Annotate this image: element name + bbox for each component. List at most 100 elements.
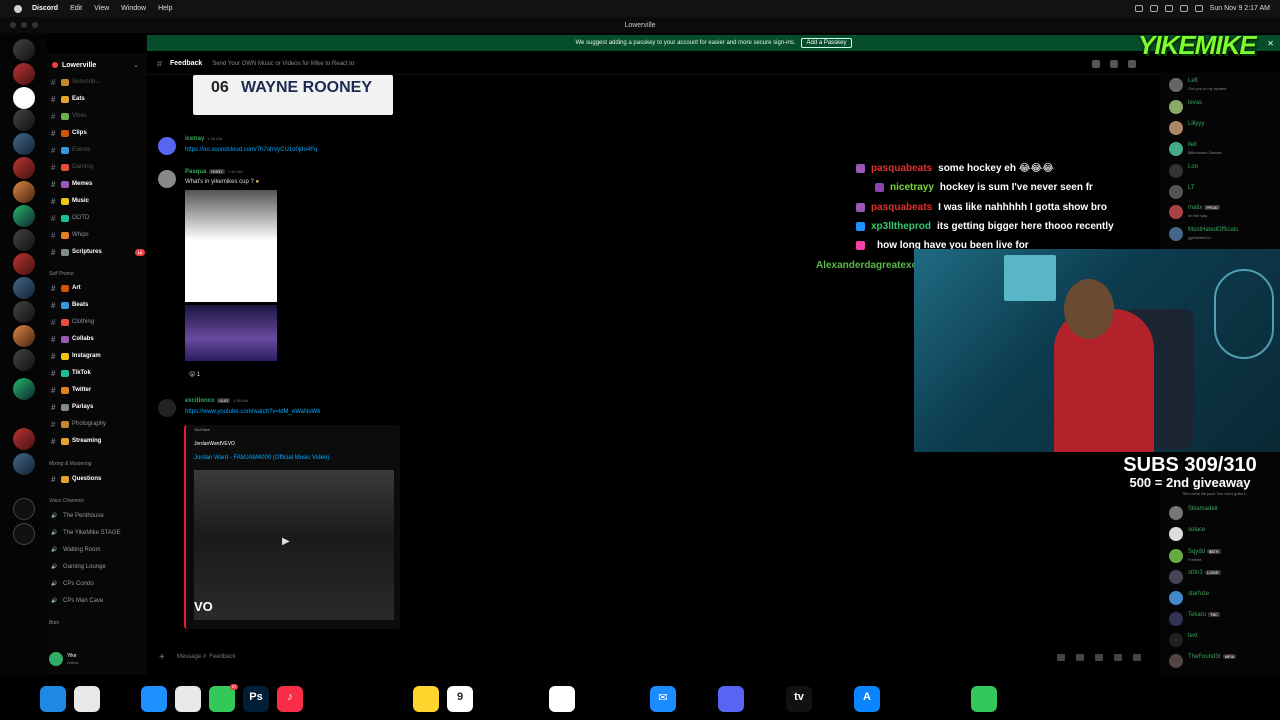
server-icon[interactable]: [13, 157, 35, 179]
member-item[interactable]: TheFound3r MFIA: [1160, 652, 1280, 670]
channel-streaming[interactable]: # Streaming: [51, 434, 145, 448]
server-icon[interactable]: [13, 325, 35, 347]
voice-channel[interactable]: 🔊 CPs Condo: [51, 577, 145, 591]
status-icon[interactable]: [1164, 5, 1173, 12]
member-item[interactable]: solace: [1160, 525, 1280, 543]
menu-edit[interactable]: Edit: [70, 5, 82, 12]
safari-icon[interactable]: [141, 686, 167, 712]
server-icon[interactable]: [13, 87, 35, 109]
launchpad-icon[interactable]: [74, 686, 100, 712]
category-mixing[interactable]: Mixing & Mastering: [49, 461, 92, 467]
status-icon[interactable]: [1149, 5, 1158, 12]
channel-twitter[interactable]: # Twitter: [51, 383, 145, 397]
channel-beats[interactable]: # Beats: [51, 298, 145, 312]
apps-icon[interactable]: [1133, 653, 1141, 661]
close-icon[interactable]: ✕: [1267, 39, 1274, 48]
notes-icon[interactable]: [413, 686, 439, 712]
add-server-icon[interactable]: [13, 498, 35, 520]
avatar[interactable]: [158, 137, 176, 155]
channel-instagram[interactable]: # Instagram: [51, 349, 145, 363]
menu-help[interactable]: Help: [158, 5, 172, 12]
member-item[interactable]: MostHatedOfficials gg/district1oi: [1160, 225, 1280, 243]
avatar[interactable]: [1169, 591, 1183, 605]
message-video[interactable]: [185, 305, 277, 361]
avatar[interactable]: [158, 170, 176, 188]
avatar[interactable]: [1169, 142, 1183, 156]
mail-icon[interactable]: ✉: [650, 686, 676, 712]
sticker-icon[interactable]: [1095, 653, 1103, 661]
message-link[interactable]: https://on.soundcloud.com/7h7ohVyCU1o0jd…: [185, 147, 317, 153]
channel-tiktok[interactable]: # TikTok: [51, 366, 145, 380]
server-icon[interactable]: [13, 277, 35, 299]
menu-app-name[interactable]: Discord: [32, 5, 58, 12]
server-icon[interactable]: [13, 229, 35, 251]
user-panel[interactable]: Yike Online: [47, 645, 147, 673]
channel-scriptures[interactable]: # Scriptures 16: [51, 245, 145, 259]
apple-tv-icon[interactable]: tv: [786, 686, 812, 712]
channel-clothing[interactable]: # Clothing: [51, 315, 145, 329]
server-header[interactable]: Lowerville ⌄: [47, 57, 147, 73]
server-icon[interactable]: [13, 39, 35, 61]
apple-icon[interactable]: [14, 4, 22, 13]
channel-clips[interactable]: # Clips: [51, 126, 145, 140]
status-icon[interactable]: [1134, 5, 1143, 12]
traffic-lights[interactable]: [10, 22, 38, 28]
avatar[interactable]: [1169, 205, 1183, 219]
voice-channel[interactable]: 🔊 The YikeMike STAGE: [51, 526, 145, 540]
server-icon[interactable]: [13, 63, 35, 85]
member-item[interactable]: st0n3 LOWR: [1160, 568, 1280, 586]
message-image[interactable]: 06 WAYNE ROONEY: [193, 75, 393, 115]
chrome-icon[interactable]: [175, 686, 201, 712]
bell-icon[interactable]: [1110, 59, 1118, 68]
avatar[interactable]: [1169, 100, 1183, 114]
avatar[interactable]: [49, 652, 63, 666]
discover-icon[interactable]: [13, 523, 35, 545]
server-icon[interactable]: [13, 349, 35, 371]
category-self-promo[interactable]: Self Promo: [49, 271, 74, 277]
menu-view[interactable]: View: [94, 5, 109, 12]
avatar[interactable]: [1169, 570, 1183, 584]
voice-channel[interactable]: 🔊 CPs Man Cave: [51, 594, 145, 608]
category-bots[interactable]: Bots: [49, 620, 59, 626]
member-item[interactable]: Sklamadeit: [1160, 504, 1280, 522]
channel-events[interactable]: # Events: [51, 143, 145, 157]
avatar[interactable]: [1169, 227, 1183, 241]
category-voice[interactable]: Voice Channels: [49, 498, 84, 504]
embed-video[interactable]: ▶ VO: [194, 470, 394, 620]
channel-memes[interactable]: # Memes: [51, 177, 145, 191]
voice-channel[interactable]: 🔊 The Penthouse: [51, 509, 145, 523]
member-item[interactable]: Lon: [1160, 162, 1280, 180]
server-icon[interactable]: [13, 453, 35, 475]
menubar-clock[interactable]: Sun Nov 9 2:17 AM: [1210, 5, 1270, 12]
server-icon[interactable]: [13, 301, 35, 323]
message-author[interactable]: Pasqua HONY 1:40 AM: [185, 169, 243, 175]
channel-music[interactable]: # Music: [51, 194, 145, 208]
channel-gaming[interactable]: # Gaming: [51, 160, 145, 174]
play-icon[interactable]: ▶: [282, 536, 290, 547]
avatar[interactable]: [158, 399, 176, 417]
server-icon[interactable]: [13, 181, 35, 203]
attach-plus-icon[interactable]: +: [159, 652, 165, 663]
member-item[interactable]: LT: [1160, 183, 1280, 201]
server-icon[interactable]: [13, 109, 35, 131]
server-icon[interactable]: [13, 133, 35, 155]
channel-questions[interactable]: # Questions: [51, 472, 145, 486]
avatar[interactable]: [1169, 506, 1183, 520]
channel-art[interactable]: # Art: [51, 281, 145, 295]
member-item[interactable]: Lefl Got you in my system: [1160, 76, 1280, 94]
gift-icon[interactable]: [1057, 653, 1065, 661]
avatar[interactable]: [1169, 549, 1183, 563]
embed-author[interactable]: JordanWardVEVO: [194, 441, 235, 447]
channel-parlays[interactable]: # Parlays: [51, 400, 145, 414]
pin-icon[interactable]: [1128, 59, 1136, 68]
server-icon[interactable]: [13, 205, 35, 227]
member-item[interactable]: levas: [1160, 98, 1280, 116]
reaction[interactable]: 😮 1: [189, 371, 200, 378]
avatar[interactable]: [1169, 527, 1183, 541]
avatar[interactable]: [1169, 654, 1183, 668]
threads-icon[interactable]: [1092, 59, 1100, 68]
message-link[interactable]: https://www.youtube.com/watch?v=ldM_eWaN…: [185, 409, 320, 415]
finder-icon[interactable]: [40, 686, 66, 712]
avatar[interactable]: [1169, 612, 1183, 626]
app-store-icon[interactable]: A: [854, 686, 880, 712]
